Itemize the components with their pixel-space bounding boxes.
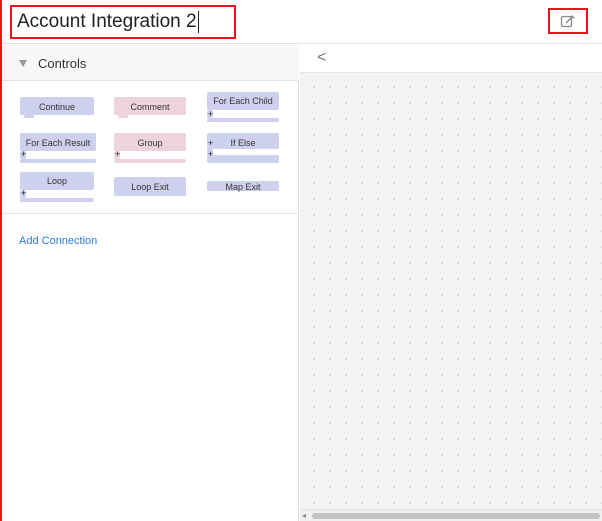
block-label: Loop: [46, 176, 68, 186]
text-cursor: [198, 11, 199, 33]
plus-icon: +: [21, 188, 27, 198]
edit-button[interactable]: [548, 8, 588, 34]
block-label: For Each Result: [25, 138, 91, 148]
block-continue[interactable]: Continue: [20, 97, 94, 119]
controls-panel: Controls Continue Comment For Each Child…: [2, 45, 299, 521]
block-label: Group: [137, 138, 163, 148]
block-label: Continue: [38, 102, 76, 112]
block-group[interactable]: Group +: [114, 133, 186, 165]
divider: [2, 213, 299, 214]
header-bar: Account Integration 2: [2, 0, 602, 44]
controls-heading: Controls: [38, 56, 87, 71]
add-connection-link[interactable]: Add Connection: [19, 235, 97, 247]
block-loop[interactable]: Loop +: [20, 172, 94, 204]
block-map-exit[interactable]: Map Exit: [207, 181, 279, 195]
title-text: Account Integration 2: [17, 11, 197, 32]
block-label: If Else: [230, 138, 256, 148]
plus-icon: +: [21, 149, 27, 159]
block-loop-exit[interactable]: Loop Exit: [114, 177, 186, 199]
canvas-toolbar: <: [300, 45, 602, 73]
scrollbar-thumb[interactable]: [312, 513, 600, 519]
plus-icon: +: [115, 149, 121, 159]
block-label: For Each Child: [213, 96, 273, 106]
block-label: Map Exit: [225, 182, 261, 192]
flow-canvas[interactable]: [300, 73, 602, 509]
plus-icon: +: [208, 138, 214, 148]
plus-icon: +: [208, 109, 214, 119]
chevron-left-icon[interactable]: <: [317, 49, 326, 67]
block-comment[interactable]: Comment: [114, 97, 186, 119]
scroll-left-arrow-icon[interactable]: ◂: [302, 511, 306, 520]
title-input[interactable]: Account Integration 2: [10, 5, 236, 39]
block-for-each-result[interactable]: For Each Result +: [20, 133, 96, 165]
horizontal-scrollbar[interactable]: ◂: [300, 509, 602, 521]
collapse-triangle-icon: [19, 60, 27, 67]
controls-section-header[interactable]: Controls: [2, 45, 299, 81]
plus-icon: +: [208, 149, 214, 159]
block-if-else[interactable]: If Else + +: [207, 133, 279, 165]
block-for-each-child[interactable]: For Each Child +: [207, 92, 279, 124]
block-label: Comment: [130, 102, 170, 112]
block-label: Loop Exit: [131, 182, 169, 192]
